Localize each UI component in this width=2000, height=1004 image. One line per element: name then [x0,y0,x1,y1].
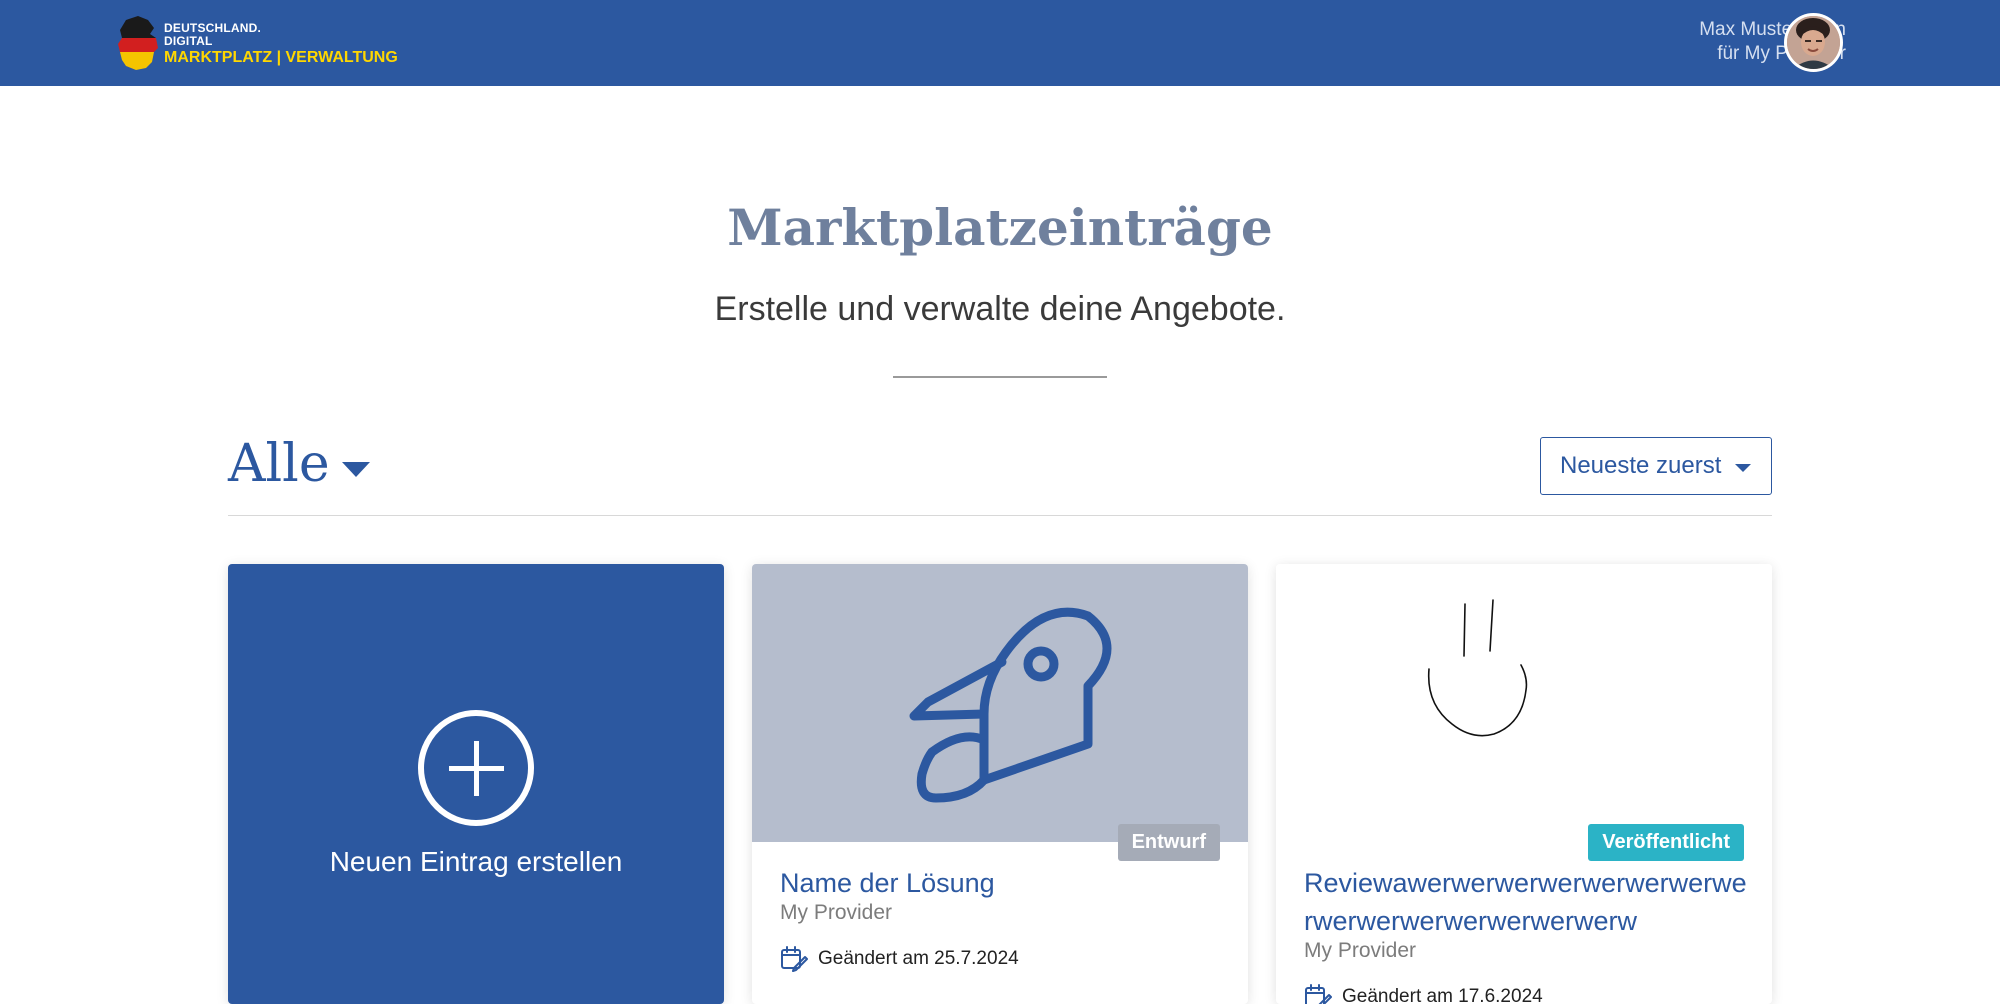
entry-card-image [752,564,1248,842]
logo-text-line2: DIGITAL [164,34,213,48]
plus-circle-icon [418,710,534,826]
status-badge: Entwurf [1117,824,1220,861]
top-bar: DEUTSCHLAND. DIGITAL MARKTPLATZ | VERWAL… [0,0,2000,86]
entry-date: Geändert am 25.7.2024 [780,946,1019,972]
title-divider [893,376,1107,378]
sketch-image [1427,599,1528,737]
calendar-edit-icon [1305,984,1332,1004]
section-divider [228,515,1772,516]
entry-card-image [1276,564,1772,842]
germany-map-icon [118,16,158,70]
create-entry-card[interactable]: Neuen Eintrag erstellen [228,564,724,1004]
entry-card[interactable]: Entwurf Name der Lösung My Provider Geän… [752,564,1248,1004]
entry-date-text: Geändert am 25.7.2024 [818,948,1019,969]
entry-card[interactable]: Veröffentlicht Reviewawerwerwerwerwerwer… [1276,564,1772,1004]
avatar[interactable] [1784,13,1843,72]
rocket-icon [909,607,1112,803]
sort-dropdown-label: Neueste zuerst [1560,452,1722,479]
sort-dropdown[interactable]: Neueste zuerst [1540,437,1772,495]
entry-title[interactable]: Reviewawerwerwerwerwerwerwerwerwerwerwer… [1304,864,1754,940]
entry-provider: My Provider [1304,939,1417,962]
category-filter-label: Alle [228,434,330,494]
entry-provider: My Provider [780,901,893,924]
logo-text-product: MARKTPLATZ | VERWALTUNG [164,49,398,66]
category-filter-dropdown[interactable]: Alle [228,432,370,496]
entry-title[interactable]: Name der Lösung [780,864,1230,902]
logo[interactable]: DEUTSCHLAND. DIGITAL MARKTPLATZ | VERWAL… [116,14,416,74]
create-entry-label: Neuen Eintrag erstellen [329,846,623,877]
page-title: Marktplatzeinträge [727,198,1273,257]
entry-date-text: Geändert am 17.6.2024 [1342,986,1543,1004]
entry-date: Geändert am 17.6.2024 [1304,984,1543,1004]
page-subtitle: Erstelle und verwalte deine Angebote. [714,290,1286,328]
caret-down-icon [341,461,370,477]
calendar-edit-icon [781,946,808,972]
status-badge: Veröffentlicht [1588,824,1744,861]
avatar-image [1787,16,1840,69]
caret-down-icon [1735,464,1751,472]
